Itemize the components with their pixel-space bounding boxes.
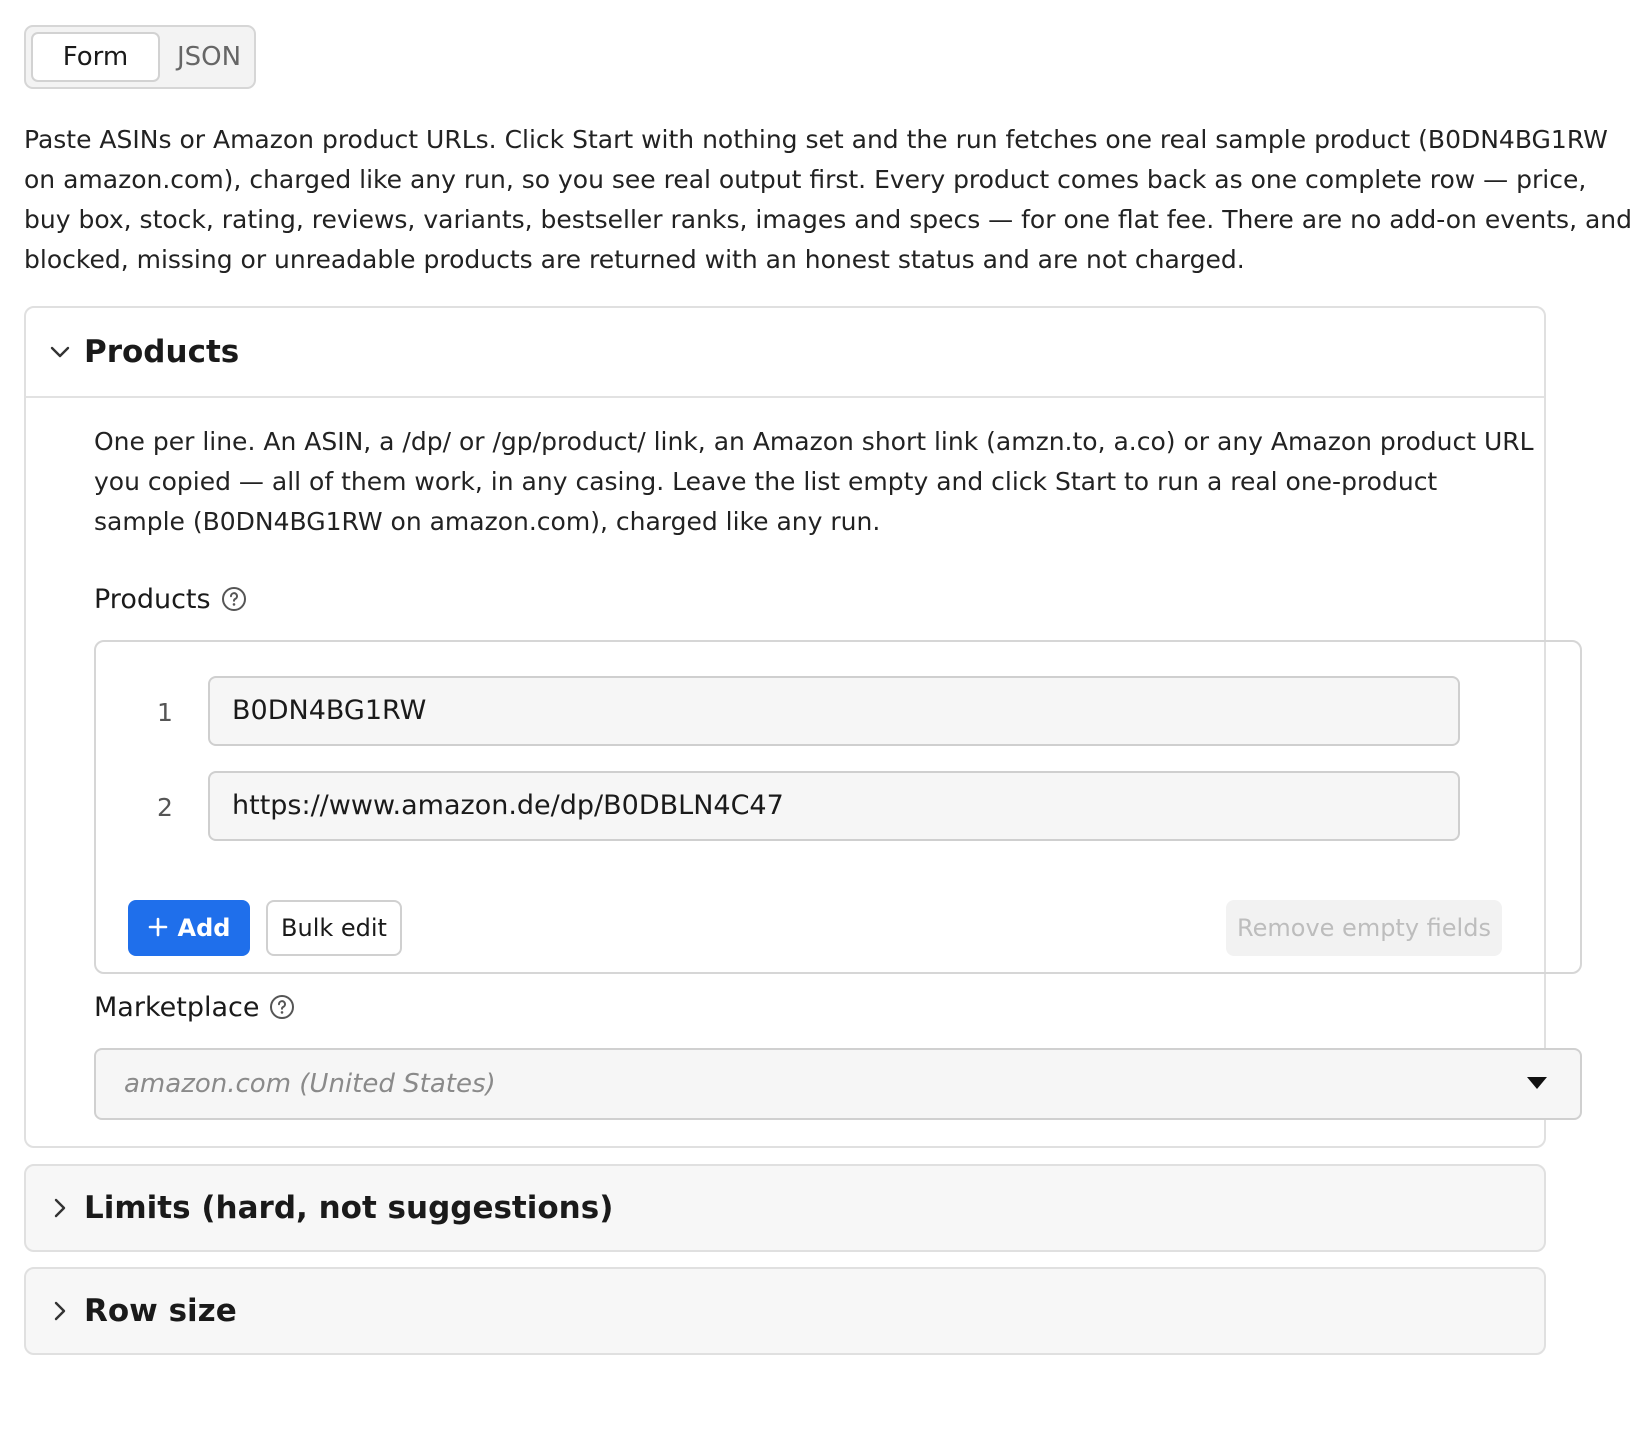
add-button[interactable]: Add [128,900,250,956]
section-divider [26,396,1544,398]
marketplace-field-label-text: Marketplace [94,992,260,1023]
tab-json[interactable]: JSON [166,32,252,82]
tab-form[interactable]: Form [31,32,160,82]
products-section-header[interactable]: Products [26,308,1544,396]
row-number: 2 [157,793,173,822]
products-field-label-text: Products [94,584,211,615]
row-size-section-header[interactable]: Row size [26,1269,1544,1353]
intro-description: Paste ASINs or Amazon product URLs. Clic… [24,125,1632,274]
marketplace-field-label: Marketplace [94,990,295,1026]
question-circle-icon[interactable] [221,586,247,612]
limits-section-header[interactable]: Limits (hard, not suggestions) [26,1166,1544,1250]
product-input-2[interactable]: https://www.amazon.de/dp/B0DBLN4C47 [208,771,1460,841]
products-section-title: Products [84,334,240,370]
limits-section-title: Limits (hard, not suggestions) [84,1190,614,1226]
products-section: Products One per line. An ASIN, a /dp/ o… [24,306,1582,1148]
chevron-down-icon [50,346,70,358]
plus-icon [148,917,167,937]
row-size-section[interactable]: Row size [24,1267,1546,1355]
limits-section[interactable]: Limits (hard, not suggestions) [24,1164,1546,1252]
marketplace-select-placeholder: amazon.com (United States) [124,1069,496,1099]
caret-down-icon [1527,1077,1547,1089]
question-circle-icon[interactable] [269,994,295,1020]
row-number: 1 [157,698,173,727]
chevron-right-icon [54,1198,66,1218]
mode-toggle: Form JSON [24,25,256,89]
remove-empty-fields-button[interactable]: Remove empty fields [1226,900,1502,956]
products-field-label: Products [94,582,247,618]
marketplace-select[interactable]: amazon.com (United States) [94,1048,1582,1120]
row-size-section-title: Row size [84,1293,237,1329]
chevron-right-icon [54,1301,66,1321]
product-input-1[interactable]: B0DN4BG1RW [208,676,1460,746]
products-list: 1 B0DN4BG1RW 2 https://www.amazon.de/dp/… [94,640,1582,974]
add-button-label: Add [177,914,231,942]
bulk-edit-button[interactable]: Bulk edit [266,900,402,956]
products-section-description: One per line. An ASIN, a /dp/ or /gp/pro… [94,427,1534,536]
